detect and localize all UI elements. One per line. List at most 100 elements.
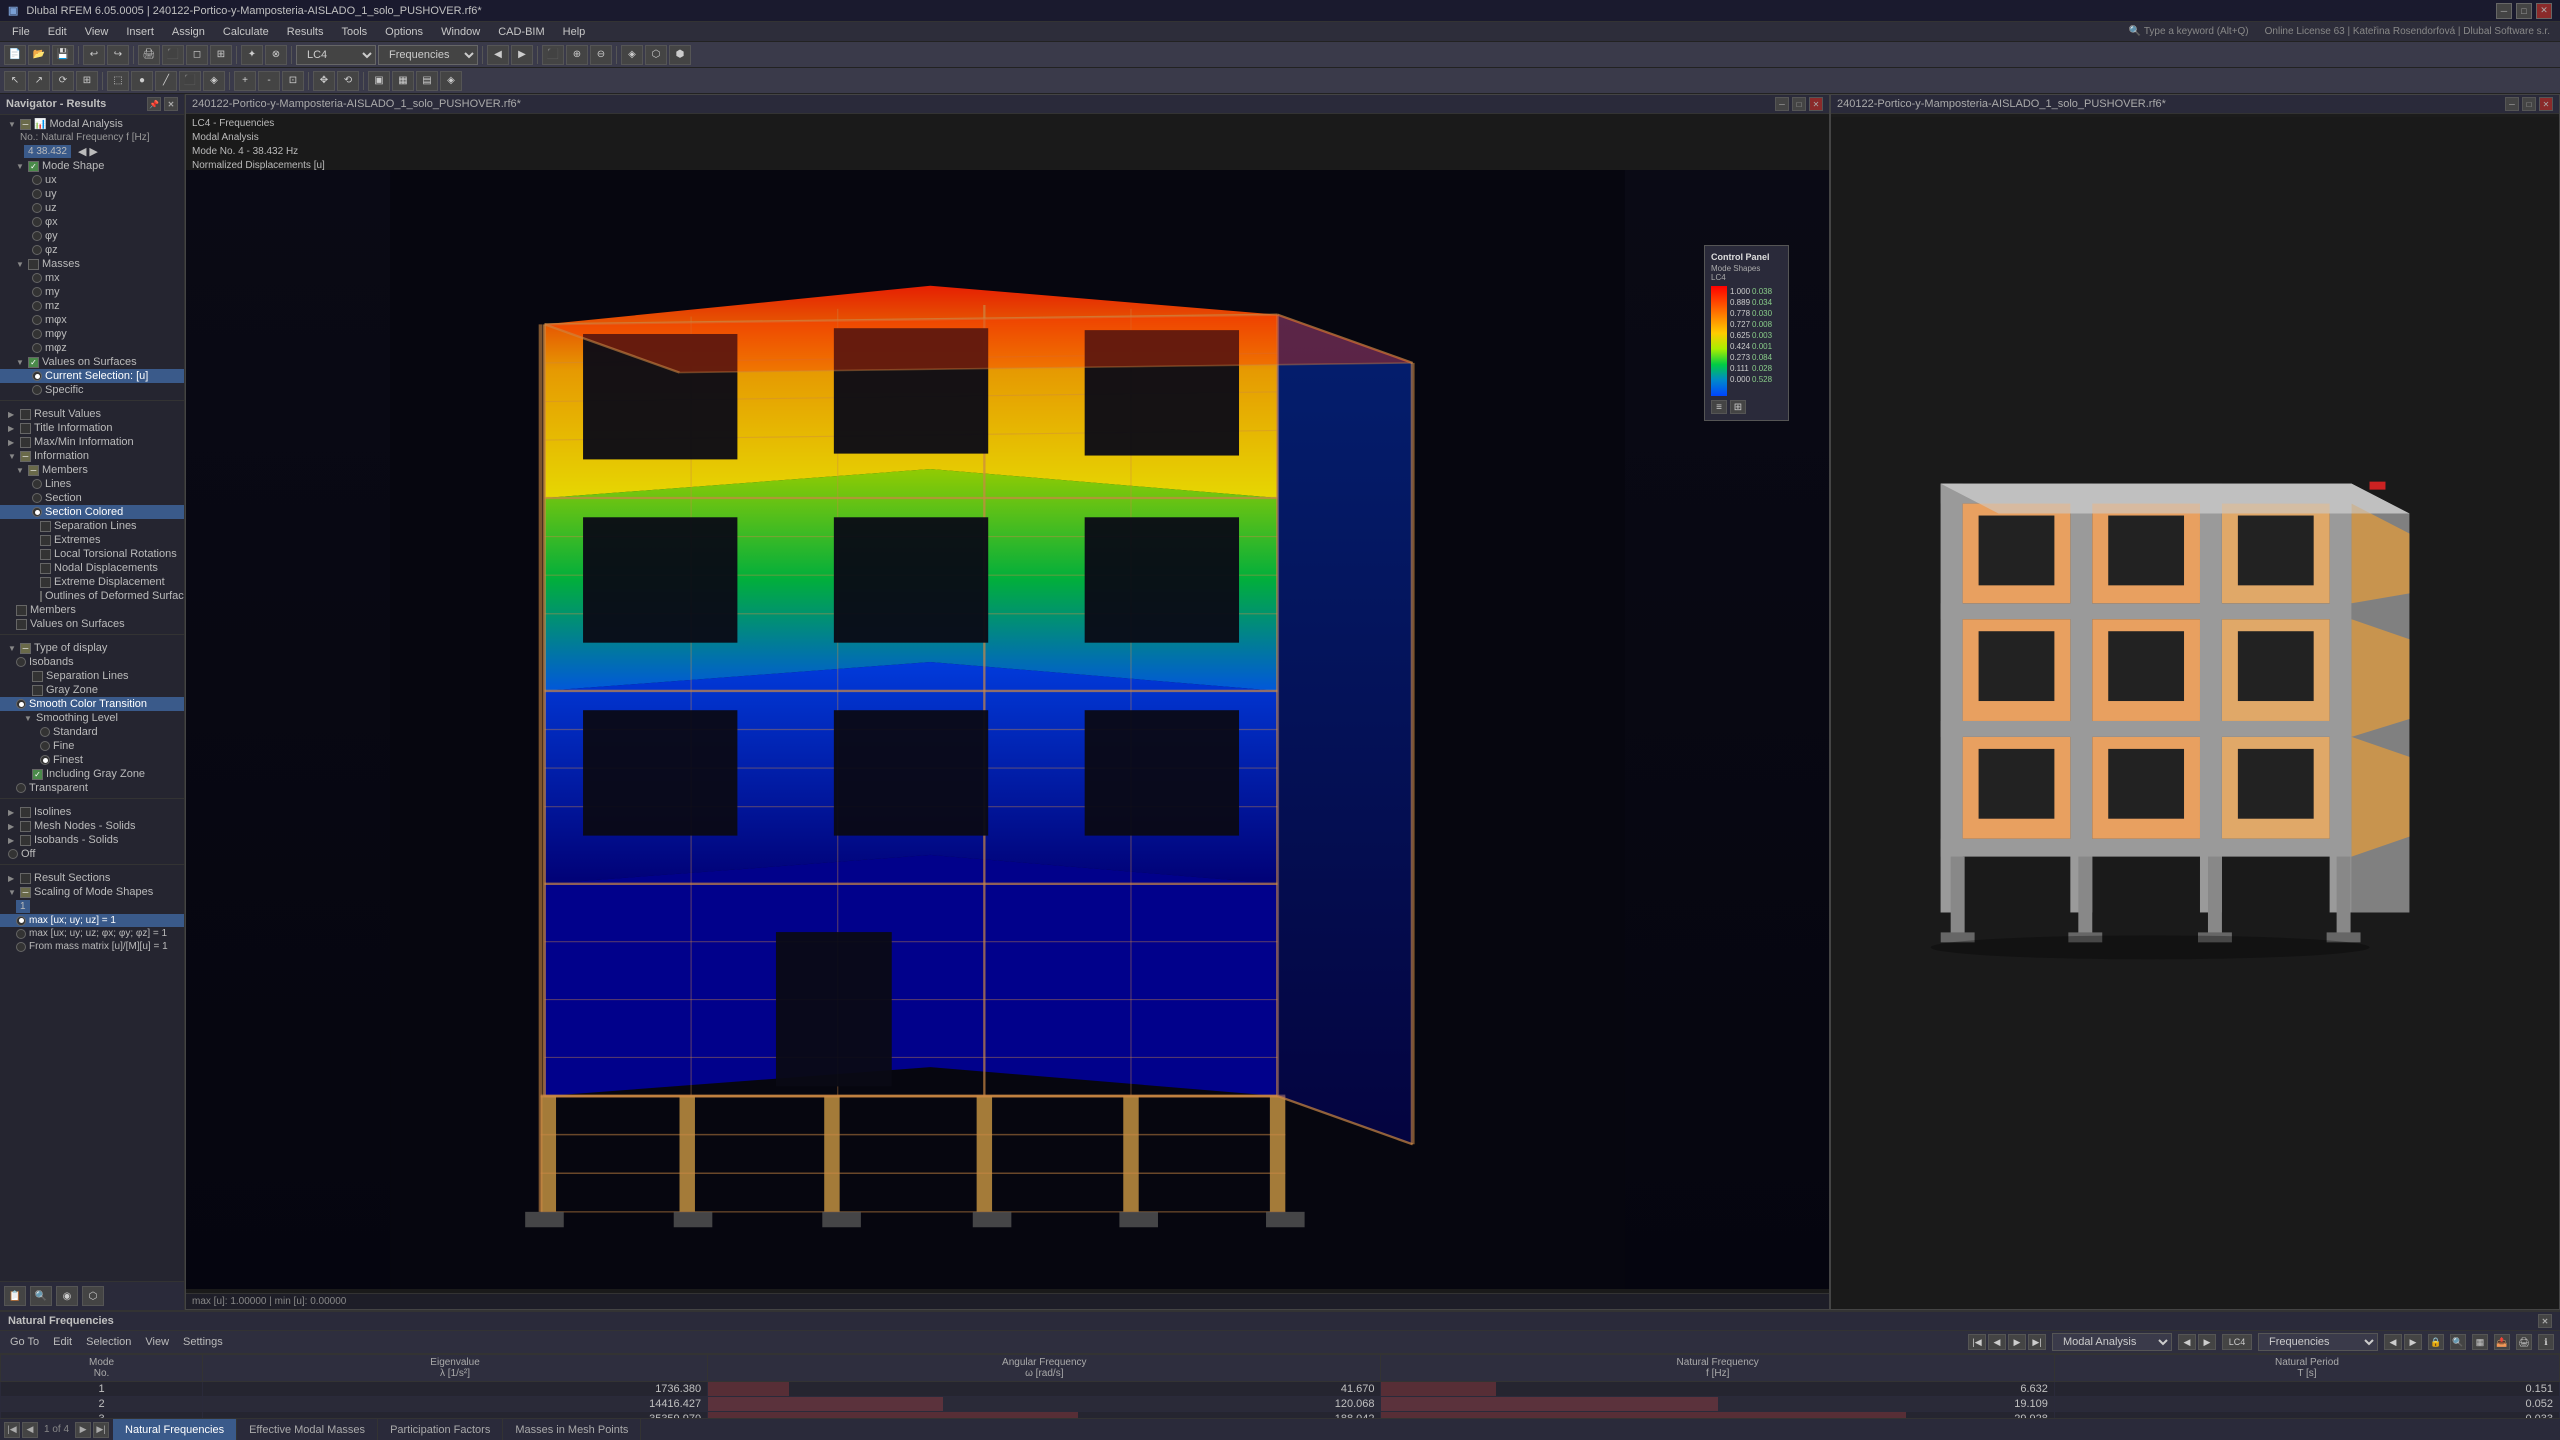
- nav-prev[interactable]: ◀: [1988, 1334, 2006, 1350]
- nav-outlines-deformed[interactable]: Outlines of Deformed Surfaces: [0, 589, 184, 603]
- lc-prev[interactable]: ◀: [2178, 1334, 2196, 1350]
- redo-button[interactable]: ↪: [107, 45, 129, 65]
- menu-assign[interactable]: Assign: [164, 24, 213, 40]
- tb-btn-5[interactable]: ⬛: [162, 45, 184, 65]
- menu-view[interactable]: View: [77, 24, 117, 40]
- nav-last[interactable]: ▶|: [2028, 1334, 2046, 1350]
- values-surfaces2-check[interactable]: [16, 619, 27, 630]
- freq-next[interactable]: ▶: [2404, 1334, 2422, 1350]
- tb2-zoom-in[interactable]: +: [234, 71, 256, 91]
- close-button[interactable]: ✕: [2536, 3, 2552, 19]
- tb-btn-9[interactable]: ⊗: [265, 45, 287, 65]
- nav-masses[interactable]: ▼ Masses: [0, 257, 184, 271]
- maxmin-check[interactable]: [20, 437, 31, 448]
- search-box[interactable]: 🔍 Type a keyword (Alt+Q): [2121, 26, 2257, 37]
- right-vp-close[interactable]: ✕: [2539, 97, 2553, 111]
- bt-export[interactable]: 📤: [2494, 1334, 2510, 1350]
- nav-members-info[interactable]: ▼ ─ Members: [0, 463, 184, 477]
- menu-edit[interactable]: Edit: [40, 24, 75, 40]
- save-button[interactable]: 💾: [52, 45, 74, 65]
- tb2-btn-3[interactable]: ⟳: [52, 71, 74, 91]
- nav-including-gray-zone[interactable]: ✓ Including Gray Zone: [0, 767, 184, 781]
- tab-nav-next[interactable]: ▶: [75, 1422, 91, 1438]
- analysis-dropdown[interactable]: Modal Analysis: [2052, 1333, 2172, 1351]
- nav-values-surfaces[interactable]: ▼ ✓ Values on Surfaces: [0, 355, 184, 369]
- tab-nav-prev[interactable]: ◀: [22, 1422, 38, 1438]
- freq-nav-prev[interactable]: ◀: [78, 145, 86, 158]
- tab-natural-frequencies[interactable]: Natural Frequencies: [113, 1419, 237, 1440]
- freq-prev[interactable]: ◀: [2384, 1334, 2402, 1350]
- nav-mphiz[interactable]: mφz: [0, 341, 184, 355]
- sep-lines-check[interactable]: [40, 521, 51, 532]
- nav-pin-button[interactable]: 📌: [147, 97, 161, 111]
- nav-information[interactable]: ▼ ─ Information: [0, 449, 184, 463]
- tb2-select-btn[interactable]: ⬚: [107, 71, 129, 91]
- bt-filter[interactable]: ▦: [2472, 1334, 2488, 1350]
- bottom-panel-close[interactable]: ✕: [2538, 1314, 2552, 1328]
- fine-radio[interactable]: [40, 741, 50, 751]
- tab-effective-modal[interactable]: Effective Modal Masses: [237, 1419, 378, 1440]
- nav-finest[interactable]: Finest: [0, 753, 184, 767]
- uz-radio[interactable]: [32, 203, 42, 213]
- section-colored-radio[interactable]: [32, 507, 42, 517]
- tab-participation-factors[interactable]: Participation Factors: [378, 1419, 503, 1440]
- table-row[interactable]: 2 14416.427 120.068 19.109 0.052: [1, 1397, 2560, 1412]
- isobands-solids-check[interactable]: [20, 835, 31, 846]
- nav-smoothing-level[interactable]: ▼ Smoothing Level: [0, 711, 184, 725]
- bt-zoom[interactable]: 🔍: [2450, 1334, 2466, 1350]
- modal-check[interactable]: ─: [20, 119, 31, 130]
- new-button[interactable]: 📄: [4, 45, 26, 65]
- table-row[interactable]: 1 1736.380 41.670 6.632 0.151: [1, 1382, 2560, 1397]
- tb2-top[interactable]: ▤: [416, 71, 438, 91]
- tb2-line-btn[interactable]: ╱: [155, 71, 177, 91]
- tab-nav-first[interactable]: |◀: [4, 1422, 20, 1438]
- lines-radio[interactable]: [32, 479, 42, 489]
- nav-max-uxy[interactable]: max [ux; uy; uz] = 1: [0, 914, 184, 927]
- freq-dropdown[interactable]: Frequencies: [2258, 1333, 2378, 1351]
- nav-local-torsional[interactable]: Local Torsional Rotations: [0, 547, 184, 561]
- freq-nav-next[interactable]: ▶: [89, 145, 97, 158]
- ux-radio[interactable]: [32, 175, 42, 185]
- tb2-pan[interactable]: ✥: [313, 71, 335, 91]
- nav-ux[interactable]: ux: [0, 173, 184, 187]
- open-button[interactable]: 📂: [28, 45, 50, 65]
- max-all-radio[interactable]: [16, 929, 26, 939]
- nav-gray-zone[interactable]: Gray Zone: [0, 683, 184, 697]
- phix-radio[interactable]: [32, 217, 42, 227]
- menu-results[interactable]: Results: [279, 24, 332, 40]
- isobands-sep-check[interactable]: [32, 671, 43, 682]
- menu-options[interactable]: Options: [377, 24, 431, 40]
- nav-nodal-disp[interactable]: Nodal Displacements: [0, 561, 184, 575]
- nav-phiz[interactable]: φz: [0, 243, 184, 257]
- menu-file[interactable]: File: [4, 24, 38, 40]
- current-sel-radio[interactable]: [32, 371, 42, 381]
- nav-mz[interactable]: mz: [0, 299, 184, 313]
- tb-btn-6[interactable]: ◻: [186, 45, 208, 65]
- frequencies-dropdown[interactable]: Frequencies: [378, 45, 478, 65]
- right-model-canvas[interactable]: [1831, 117, 2559, 1309]
- bottom-selection[interactable]: Selection: [82, 1335, 135, 1349]
- nav-transparent[interactable]: Transparent: [0, 781, 184, 795]
- nav-fine[interactable]: Fine: [0, 739, 184, 753]
- solid-btn[interactable]: ⬢: [669, 45, 691, 65]
- tb-btn-7[interactable]: ⊞: [210, 45, 232, 65]
- phiz-radio[interactable]: [32, 245, 42, 255]
- nav-section[interactable]: Section: [0, 491, 184, 505]
- nav-mesh-nodes-solids[interactable]: ▶ Mesh Nodes - Solids: [0, 819, 184, 833]
- nav-play[interactable]: ▶: [2008, 1334, 2026, 1350]
- smooth-color-radio[interactable]: [16, 699, 26, 709]
- nodal-disp-check[interactable]: [40, 563, 51, 574]
- finest-radio[interactable]: [40, 755, 50, 765]
- render-btn[interactable]: ◈: [621, 45, 643, 65]
- nav-phix[interactable]: φx: [0, 215, 184, 229]
- tb-btn-13[interactable]: ⊕: [566, 45, 588, 65]
- window-controls[interactable]: ─ □ ✕: [2496, 3, 2552, 19]
- outlines-deformed-check[interactable]: [40, 591, 42, 602]
- tb2-btn-2[interactable]: ↗: [28, 71, 50, 91]
- nav-lines[interactable]: Lines: [0, 477, 184, 491]
- nav-mphiy[interactable]: mφy: [0, 327, 184, 341]
- scaling-check[interactable]: ─: [20, 887, 31, 898]
- legend-btn-2[interactable]: ⊞: [1730, 400, 1746, 414]
- gray-zone-check[interactable]: [32, 685, 43, 696]
- tb2-rotate[interactable]: ⟲: [337, 71, 359, 91]
